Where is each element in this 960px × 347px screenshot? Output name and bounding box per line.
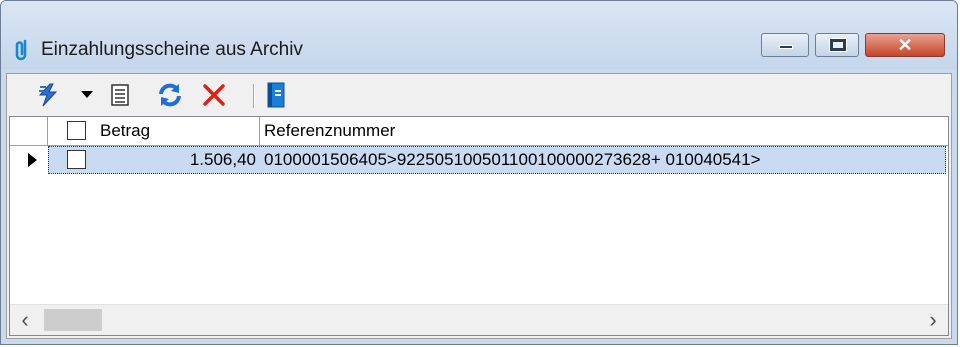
horizontal-scrollbar[interactable]: ‹ ›: [10, 304, 948, 335]
toolbar: [7, 74, 951, 116]
book-button[interactable]: [263, 82, 289, 108]
window: Einzahlungsscheine aus Archiv ✕ Betrag R…: [0, 0, 958, 345]
delete-button[interactable]: [199, 82, 229, 108]
list-icon: [111, 84, 129, 106]
scroll-right-icon[interactable]: ›: [918, 305, 948, 335]
app-paperclip-icon: [15, 39, 27, 61]
row-checkbox[interactable]: [67, 150, 86, 169]
column-header-betrag: Betrag: [100, 121, 151, 140]
client-area: Betrag Referenznummer 1.506,40 010000150…: [6, 73, 952, 339]
refresh-button[interactable]: [155, 82, 185, 108]
title-bar[interactable]: Einzahlungsscheine aus Archiv ✕: [1, 1, 957, 69]
book-icon: [267, 82, 285, 108]
column-header-referenznummer: Referenznummer: [264, 121, 396, 140]
header-referenznummer[interactable]: Referenznummer: [260, 117, 948, 145]
header-betrag[interactable]: Betrag: [48, 117, 260, 145]
lightning-icon: [38, 83, 58, 107]
cell-betrag: 1.506,40: [189, 150, 256, 169]
dropdown-button[interactable]: [79, 82, 95, 108]
minimize-icon: [779, 45, 793, 49]
lightning-button[interactable]: [35, 82, 61, 108]
maximize-button[interactable]: [815, 33, 859, 57]
list-button[interactable]: [107, 82, 133, 108]
refresh-icon: [159, 83, 181, 107]
table-row[interactable]: 1.506,40 0100001506405>92250510050110010…: [10, 146, 948, 175]
close-button[interactable]: ✕: [865, 33, 945, 57]
current-row-arrow-icon: [28, 153, 37, 167]
dropdown-arrow-icon: [81, 91, 93, 98]
maximize-icon: [829, 38, 847, 52]
select-all-checkbox[interactable]: [67, 121, 86, 140]
header-row-indicator: [10, 117, 48, 145]
grid-header: Betrag Referenznummer: [10, 117, 948, 146]
toolbar-separator: [253, 84, 255, 108]
data-grid[interactable]: Betrag Referenznummer 1.506,40 010000150…: [9, 116, 949, 336]
cell-referenznummer: 0100001506405>92250510050110010000027362…: [264, 150, 761, 169]
delete-icon: [203, 84, 225, 106]
minimize-button[interactable]: [761, 33, 809, 57]
scrollbar-thumb[interactable]: [44, 309, 102, 331]
window-title: Einzahlungsscheine aus Archiv: [41, 39, 303, 60]
scroll-left-icon[interactable]: ‹: [10, 305, 40, 335]
close-icon: ✕: [897, 35, 913, 55]
